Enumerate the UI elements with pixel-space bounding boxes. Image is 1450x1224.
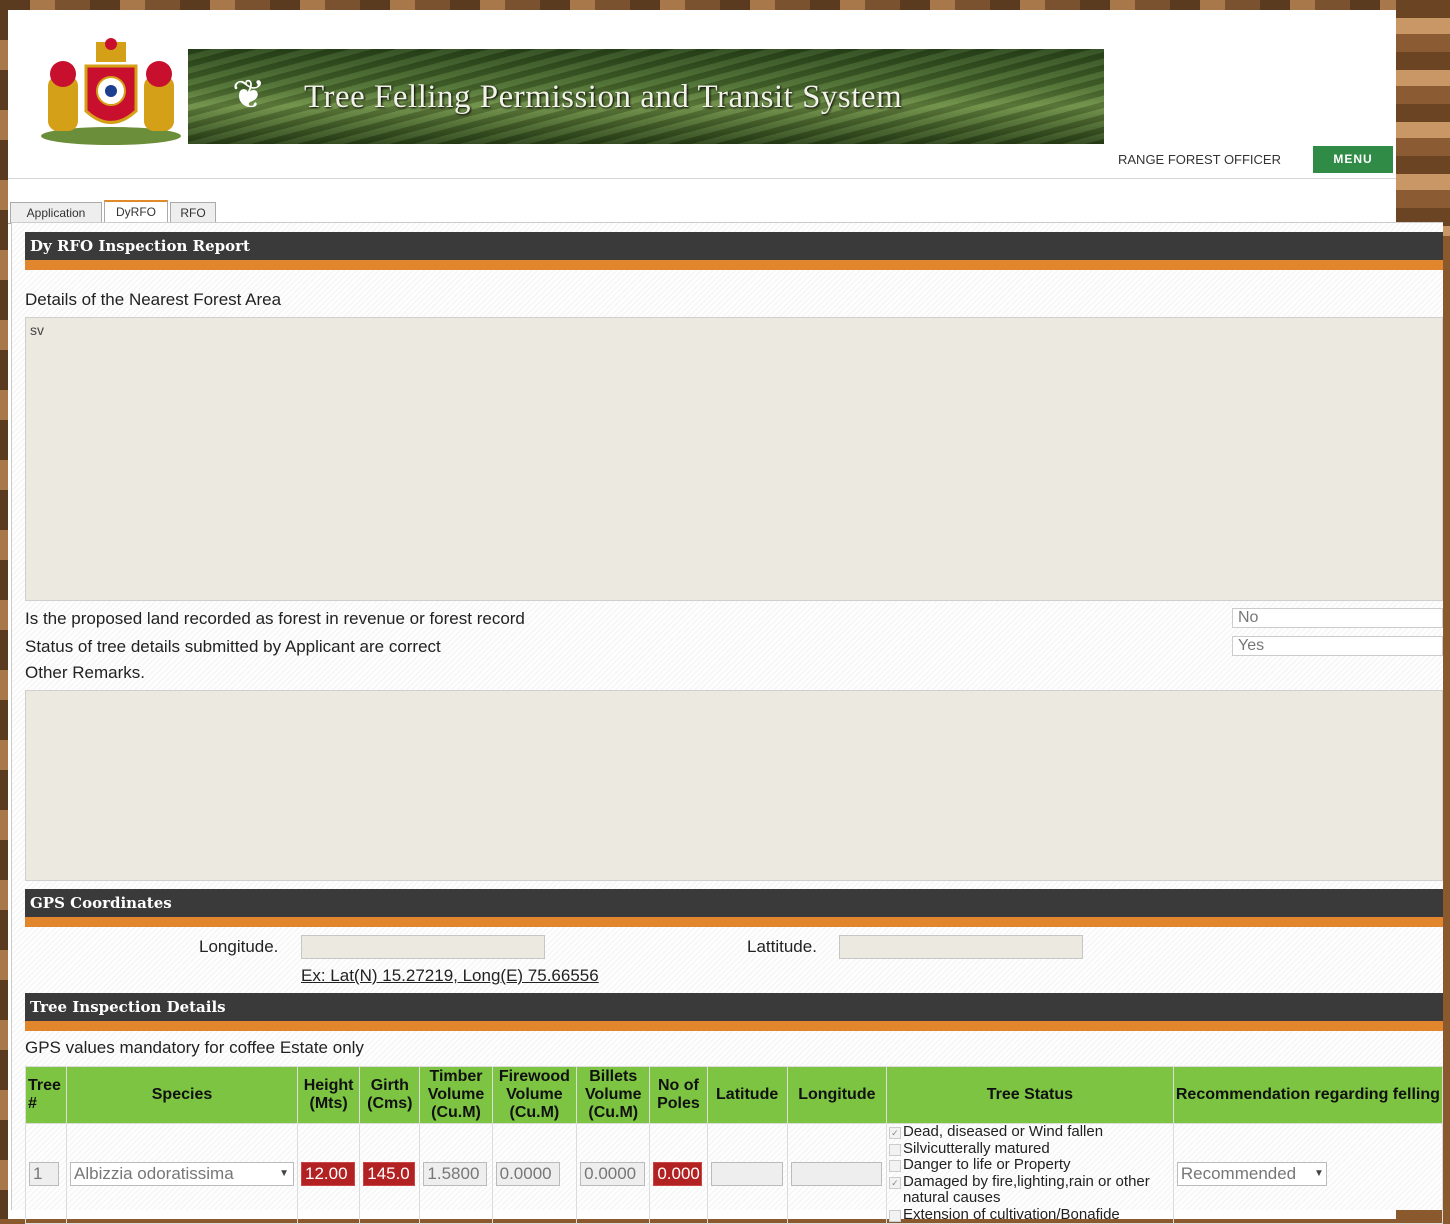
col-species: Species bbox=[66, 1066, 298, 1124]
tree-details-select[interactable]: Yes bbox=[1232, 636, 1443, 656]
billets-volume-input[interactable]: 0.0000 bbox=[580, 1161, 646, 1186]
col-timber: Timber Volume (Cu.M) bbox=[419, 1066, 493, 1124]
tree-no-input[interactable]: 1 bbox=[29, 1161, 59, 1186]
longitude-label: Longitude. bbox=[199, 937, 279, 956]
row-latitude-input[interactable] bbox=[710, 1161, 783, 1186]
checkbox-checked-icon[interactable]: ✓ bbox=[888, 1176, 901, 1189]
section-header-tree-inspection: Tree Inspection Details bbox=[25, 993, 1443, 1021]
status-option[interactable]: Danger to life or Property bbox=[888, 1156, 1171, 1174]
tree-logo-icon: ❦ bbox=[232, 73, 266, 117]
tab-application[interactable]: Application bbox=[10, 202, 102, 224]
latitude-label: Lattitude. bbox=[747, 937, 817, 956]
section-accent bbox=[25, 260, 1443, 270]
section-header-gps: GPS Coordinates bbox=[25, 889, 1443, 917]
banner-title: Tree Felling Permission and Transit Syst… bbox=[304, 79, 903, 115]
latitude-input[interactable] bbox=[839, 935, 1083, 959]
checkbox-icon[interactable] bbox=[888, 1160, 901, 1172]
other-remarks-textarea[interactable] bbox=[25, 690, 1443, 881]
col-tree-status: Tree Status bbox=[885, 1066, 1174, 1124]
nearest-forest-textarea[interactable]: sv bbox=[25, 317, 1443, 601]
col-recommendation: Recommendation regarding felling bbox=[1172, 1066, 1444, 1124]
section-accent bbox=[25, 917, 1443, 927]
row-longitude-input[interactable] bbox=[790, 1161, 882, 1186]
col-latitude: Latitude bbox=[706, 1066, 788, 1124]
table-header-row: Tree # Species Height (Mts) Girth (Cms) … bbox=[25, 1066, 1444, 1124]
girth-input[interactable]: 145.0 bbox=[363, 1161, 416, 1186]
col-longitude: Longitude bbox=[786, 1066, 887, 1124]
land-recorded-label: Is the proposed land recorded as forest … bbox=[25, 609, 525, 628]
col-billets: Billets Volume (Cu.M) bbox=[576, 1066, 651, 1124]
background-wood-left bbox=[0, 0, 8, 1219]
menu-button[interactable]: MENU bbox=[1313, 146, 1393, 173]
chevron-down-icon: ▼ bbox=[1313, 1167, 1324, 1179]
chevron-down-icon: ▼ bbox=[279, 1167, 289, 1179]
background-wood-right bbox=[1396, 0, 1450, 236]
checkbox-checked-icon[interactable]: ✓ bbox=[888, 1127, 901, 1139]
col-height: Height (Mts) bbox=[296, 1066, 361, 1124]
tree-details-value: Yes bbox=[1238, 637, 1265, 654]
col-firewood: Firewood Volume (Cu.M) bbox=[491, 1066, 578, 1124]
checkbox-icon[interactable] bbox=[888, 1143, 901, 1156]
header-banner: ❦ Tree Felling Permission and Transit Sy… bbox=[188, 49, 1104, 144]
col-tree-no: Tree # bbox=[25, 1066, 67, 1124]
other-remarks-label: Other Remarks. bbox=[25, 663, 145, 682]
header: ❦ Tree Felling Permission and Transit Sy… bbox=[8, 10, 1396, 179]
col-poles: No of Poles bbox=[649, 1066, 708, 1124]
checkbox-icon[interactable] bbox=[888, 1209, 901, 1222]
col-girth: Girth (Cms) bbox=[359, 1066, 421, 1124]
poles-input[interactable]: 0.000 bbox=[653, 1161, 703, 1186]
land-recorded-select[interactable]: No bbox=[1232, 608, 1443, 628]
gps-example: Ex: Lat(N) 15.27219, Long(E) 75.66556 bbox=[301, 966, 599, 985]
timber-volume-input[interactable]: 1.5800 bbox=[423, 1161, 488, 1186]
status-option[interactable]: Extension of cultivation/Bonafide bbox=[888, 1206, 1171, 1224]
user-role: RANGE FOREST OFFICER bbox=[1118, 152, 1281, 167]
status-option[interactable]: Silvicutterally matured bbox=[888, 1140, 1171, 1158]
land-recorded-value: No bbox=[1238, 609, 1259, 626]
section-accent bbox=[25, 1021, 1443, 1031]
height-input[interactable]: 12.00 bbox=[301, 1161, 355, 1186]
recommendation-value: Recommended bbox=[1180, 1163, 1297, 1183]
species-value: Albizzia odoratissima bbox=[74, 1163, 234, 1183]
state-emblem-icon bbox=[41, 38, 181, 145]
gps-note: GPS values mandatory for coffee Estate o… bbox=[25, 1038, 364, 1057]
background-wood-top bbox=[0, 0, 1450, 10]
tree-status-list: ✓ Dead, diseased or Wind fallen Silvicutt… bbox=[888, 1123, 1171, 1224]
inspection-panel: Dy RFO Inspection Report Details of the … bbox=[11, 222, 1444, 1224]
longitude-input[interactable] bbox=[301, 935, 545, 959]
firewood-volume-input[interactable]: 0.0000 bbox=[495, 1161, 560, 1186]
recommendation-select[interactable]: Recommended ▼ bbox=[1176, 1161, 1327, 1186]
table-row: 1 Albizzia odoratissima ▼ 12.00 145.0 1.5… bbox=[25, 1123, 1444, 1224]
tab-rfo[interactable]: RFO bbox=[170, 202, 216, 224]
nearest-forest-label: Details of the Nearest Forest Area bbox=[25, 290, 282, 309]
tree-details-label: Status of tree details submitted by Appl… bbox=[25, 637, 441, 656]
status-option[interactable]: ✓ Dead, diseased or Wind fallen bbox=[888, 1123, 1171, 1141]
tree-inspection-table: Tree # Species Height (Mts) Girth (Cms) … bbox=[25, 1066, 1444, 1224]
status-option[interactable]: ✓ Damaged by fire,lighting,rain or other … bbox=[888, 1173, 1171, 1207]
section-header-inspection: Dy RFO Inspection Report bbox=[25, 232, 1443, 260]
species-select[interactable]: Albizzia odoratissima ▼ bbox=[70, 1161, 294, 1186]
